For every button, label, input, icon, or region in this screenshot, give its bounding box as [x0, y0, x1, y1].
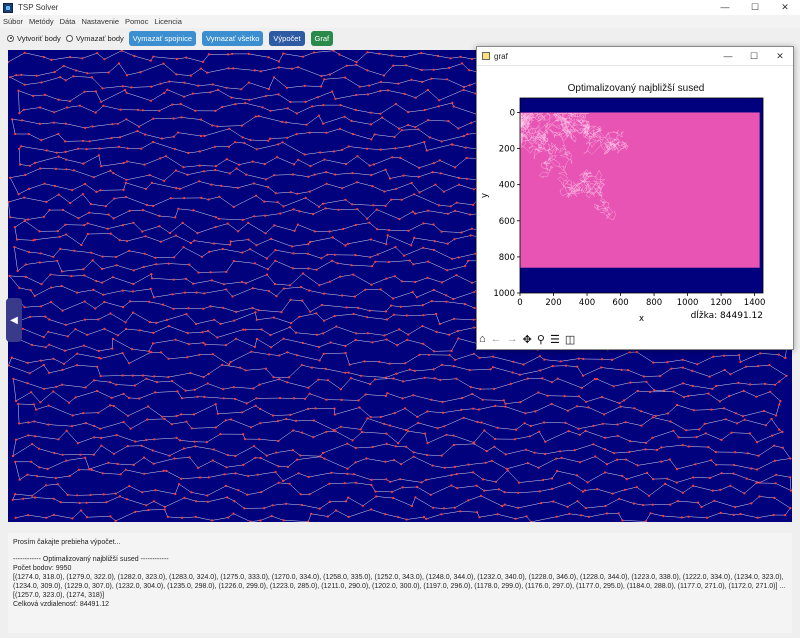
y-tick-label: 200	[499, 145, 515, 155]
x-tick-label: 200	[545, 298, 561, 308]
y-tick-label: 800	[499, 253, 515, 263]
create-points-label: Vytvoriť body	[17, 33, 61, 43]
y-tick-label: 0	[510, 108, 515, 118]
y-tick-label: 600	[499, 217, 515, 227]
x-tick-label: 1200	[710, 298, 732, 308]
y-tick-label: 400	[499, 181, 515, 191]
forward-icon[interactable]: →	[507, 333, 518, 345]
output-console: Prosím čakajte prebieha výpočet... -----…	[8, 533, 792, 633]
configure-icon[interactable]: ☰	[550, 333, 560, 346]
close-button[interactable]: ✕	[770, 0, 800, 15]
x-tick-label: 800	[646, 298, 662, 308]
graph-button[interactable]: Graf	[310, 30, 334, 46]
y-tick-label: 1000	[493, 289, 515, 299]
radio-icon	[7, 34, 14, 42]
y-axis-label: y	[480, 193, 490, 198]
chart-plot: 0 200 400 600 800 1000 1200 1400 0 200 400 600 800 10…	[480, 97, 766, 324]
delete-points-label: Vymazať body	[75, 33, 124, 43]
clear-all-button[interactable]: Vymazať všetko	[202, 30, 264, 46]
clear-links-button[interactable]: Vymazať spojnice	[128, 30, 197, 46]
x-tick-label: 1000	[677, 298, 699, 308]
back-icon[interactable]: ←	[491, 333, 502, 345]
route-length-label: dĺžka: 84491.12	[691, 309, 763, 321]
compute-button[interactable]: Výpočet	[269, 30, 305, 46]
side-panel-toggle[interactable]: ◀	[6, 298, 22, 342]
title-bar: TSP Solver — ☐ ✕	[0, 0, 800, 15]
radio-icon	[65, 34, 73, 42]
pan-icon[interactable]: ✥	[523, 333, 532, 346]
window-controls: — ☐ ✕	[710, 0, 800, 15]
toolbar: Vytvoriť body Vymazať body Vymazať spojn…	[0, 28, 800, 48]
x-tick-label: 0	[517, 298, 522, 308]
chart-toolbar: ⌂ ← → ✥ ⚲ ☰ ◫	[479, 331, 580, 347]
x-tick-label: 400	[579, 298, 595, 308]
save-icon[interactable]: ◫	[565, 333, 575, 346]
console-method-header: ------------ Optimalizovaný najbližší su…	[13, 556, 169, 563]
menu-pomoc[interactable]: Pomoc	[125, 17, 148, 26]
x-tick-label: 1400	[744, 298, 766, 308]
zoom-icon[interactable]: ⚲	[537, 333, 545, 346]
menu-subor[interactable]: Súbor	[3, 17, 23, 26]
menu-nastavenie[interactable]: Nastavenie	[81, 17, 119, 26]
console-route-points: [(1274.0, 318.0), (1279.0, 322.0), (1282…	[13, 574, 786, 599]
delete-points-radio[interactable]: Vymazať body	[65, 33, 124, 43]
maximize-button[interactable]: ☐	[740, 0, 770, 15]
console-point-count: Počet bodov: 9950	[13, 565, 72, 572]
console-status: Prosím čakajte prebieha výpočet...	[13, 539, 121, 546]
menu-licencia[interactable]: Licencia	[154, 17, 182, 26]
graph-window: graf — ☐ ✕ Optimalizovaný najbližší suse…	[476, 46, 794, 350]
x-axis-label: x	[639, 314, 644, 324]
x-tick-label: 600	[612, 298, 628, 308]
minimize-button[interactable]: —	[710, 0, 740, 15]
create-points-radio[interactable]: Vytvoriť body	[7, 34, 61, 43]
app-icon	[3, 2, 13, 13]
console-total-distance: Celková vzdialenosť: 84491.12	[13, 601, 110, 608]
menu-data[interactable]: Dáta	[60, 17, 76, 26]
menu-bar: Súbor Metódy Dáta Nastavenie Pomoc Licen…	[0, 15, 800, 28]
home-icon[interactable]: ⌂	[479, 333, 486, 345]
window-title: TSP Solver	[18, 3, 59, 12]
menu-metody[interactable]: Metódy	[29, 17, 54, 26]
